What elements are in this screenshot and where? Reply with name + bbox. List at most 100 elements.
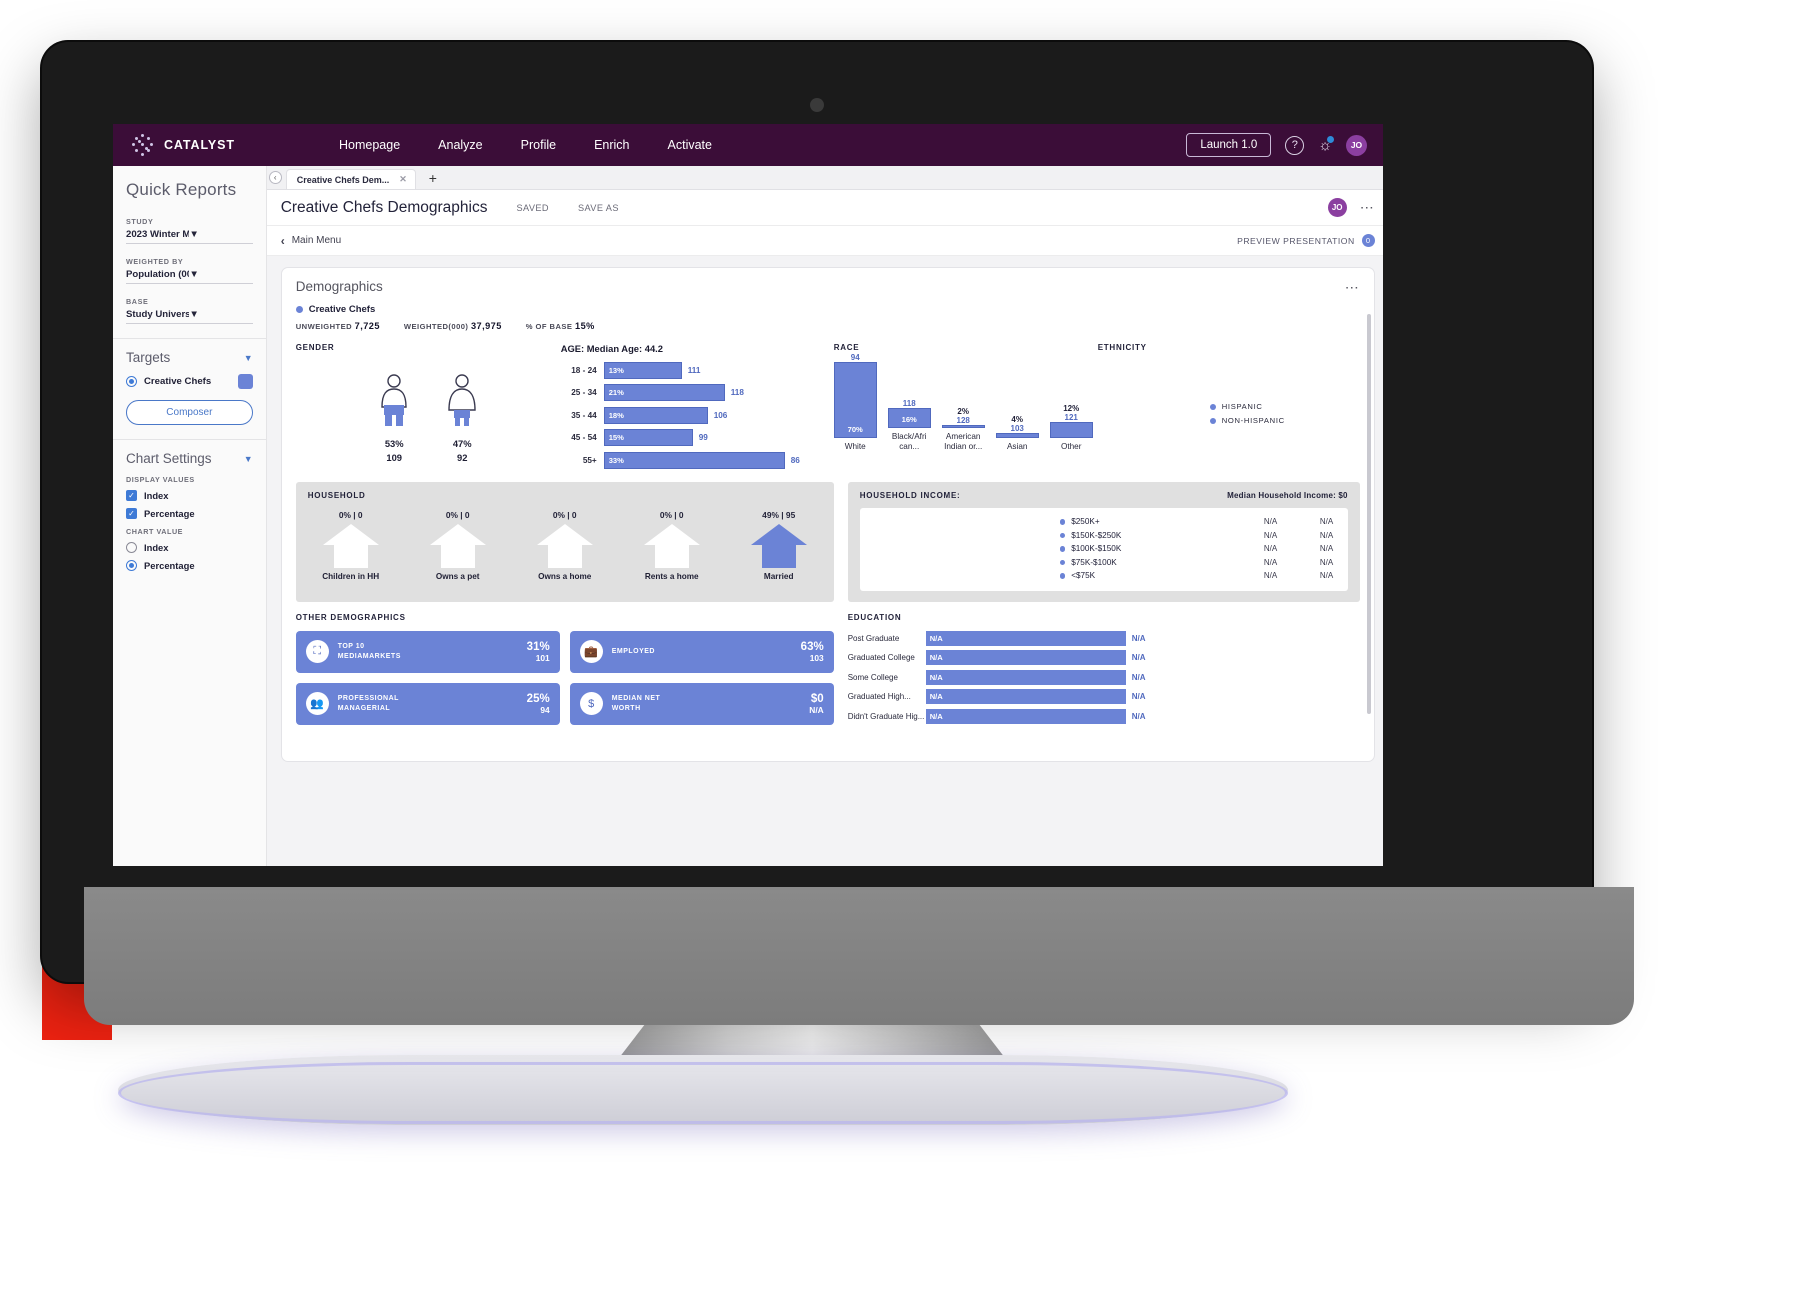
target-creative-chefs[interactable]: Creative Chefs bbox=[126, 374, 253, 389]
education-section-label: EDUCATION bbox=[847, 612, 902, 622]
weighted-by-field[interactable]: WEIGHTED BY Population (000) ▼ bbox=[126, 257, 253, 284]
checkbox-label: Index bbox=[144, 490, 169, 501]
avatar[interactable]: JO bbox=[1346, 134, 1367, 156]
age-index: 118 bbox=[730, 388, 744, 397]
income-value-2: N/A bbox=[1319, 517, 1334, 527]
race-col: 2% 128 American Indian or... bbox=[941, 407, 985, 453]
table-row: $100K-$150K N/A N/A bbox=[860, 542, 1348, 556]
metric-label-line1: EMPLOYED bbox=[611, 647, 655, 655]
gender-male-index: 109 bbox=[386, 452, 403, 463]
chevron-down-icon[interactable]: ▼ bbox=[189, 269, 252, 280]
chart-settings-header[interactable]: Chart Settings ▼ bbox=[126, 451, 253, 466]
income-value-1: N/A bbox=[1263, 517, 1278, 527]
metric-card-median-net-worth[interactable]: $ MEDIAN NET WORTH $0 N/A bbox=[569, 682, 834, 725]
education-row: Didn't Graduate Hig... N/A N/A bbox=[848, 708, 1360, 724]
top-navigation-bar: CATALYST Homepage Analyze Profile Enrich… bbox=[113, 124, 1383, 166]
people-icon: 👥 bbox=[305, 692, 329, 715]
legend-swatch-icon bbox=[1209, 403, 1216, 410]
radio-icon[interactable] bbox=[126, 560, 137, 571]
radio-icon[interactable] bbox=[126, 542, 137, 553]
avatar[interactable]: JO bbox=[1327, 198, 1347, 217]
metric-label-line1: MEDIAN NET bbox=[611, 695, 661, 703]
help-icon[interactable]: ? bbox=[1285, 135, 1305, 155]
nav-analyze[interactable]: Analyze bbox=[438, 138, 482, 152]
gender-male-percent: 53% bbox=[384, 438, 404, 449]
nav-homepage[interactable]: Homepage bbox=[339, 138, 400, 152]
education-panel: EDUCATION Post Graduate N/A N/A Graduate… bbox=[848, 613, 1360, 729]
brand-logo[interactable]: CATALYST bbox=[113, 133, 295, 157]
ethnicity-section-label: ETHNICITY bbox=[1097, 343, 1147, 352]
notification-bell-icon[interactable]: ☼ bbox=[1318, 135, 1334, 154]
education-bar: N/A bbox=[925, 669, 1126, 685]
target-color-swatch[interactable] bbox=[237, 374, 253, 389]
checkbox-display-index[interactable]: ✓ Index bbox=[126, 490, 253, 501]
main-menu-button[interactable]: ‹ Main Menu bbox=[281, 234, 341, 248]
ethnicity-label: NON-HISPANIC bbox=[1221, 416, 1285, 425]
chevron-down-icon[interactable]: ▼ bbox=[189, 229, 252, 240]
other-demographics-panel: OTHER DEMOGRAPHICS ⛶ TOP 10 MEDIAMARKETS bbox=[295, 613, 834, 729]
new-tab-button[interactable]: + bbox=[416, 168, 450, 189]
preview-presentation-button[interactable]: PREVIEW PRESENTATION 0 bbox=[1237, 234, 1375, 247]
tab-scroll-left-icon[interactable]: ‹ bbox=[268, 171, 282, 184]
age-label: 18 - 24 bbox=[571, 365, 597, 375]
radio-label: Index bbox=[144, 542, 169, 553]
close-icon[interactable]: ✕ bbox=[399, 174, 407, 185]
launch-button[interactable]: Launch 1.0 bbox=[1186, 133, 1272, 157]
nav-enrich[interactable]: Enrich bbox=[594, 138, 629, 152]
age-label: 45 - 54 bbox=[571, 433, 597, 442]
age-row: 35 - 44 18% 106 bbox=[561, 406, 834, 424]
base-value: Study Universe bbox=[126, 309, 190, 320]
household-label: Rents a home bbox=[644, 572, 699, 581]
race-col: 118 16% Black/Afri can... bbox=[887, 398, 931, 453]
monitor-bezel: CATALYST Homepage Analyze Profile Enrich… bbox=[42, 42, 1634, 1025]
study-field[interactable]: STUDY 2023 Winter MRI-Simmo... ▼ bbox=[126, 217, 253, 244]
stat-pct-of-base: % OF BASE 15% bbox=[525, 321, 595, 331]
nav-profile[interactable]: Profile bbox=[521, 138, 556, 152]
age-index: 86 bbox=[790, 455, 800, 465]
sidebar: Quick Reports STUDY 2023 Winter MRI-Simm… bbox=[113, 166, 267, 866]
radio-chart-value-percentage[interactable]: Percentage bbox=[126, 560, 253, 571]
metric-card-professional-managerial[interactable]: 👥 PROFESSIONAL MANAGERIAL 25% 94 bbox=[295, 682, 560, 725]
metric-card-employed[interactable]: 💼 EMPLOYED 63% 103 bbox=[569, 630, 834, 673]
race-index: 121 bbox=[1064, 412, 1078, 422]
race-index: 118 bbox=[902, 398, 916, 408]
radio-icon[interactable] bbox=[126, 376, 137, 387]
metric-percent: 25% bbox=[526, 692, 550, 705]
tab-creative-chefs-demographics[interactable]: Creative Chefs Dem... ✕ bbox=[285, 169, 416, 189]
chart-settings-title: Chart Settings bbox=[126, 451, 212, 466]
card-menu-icon[interactable]: ⋯ bbox=[1345, 279, 1360, 296]
age-row: 55+ 33% 86 bbox=[561, 451, 834, 469]
age-label: 55+ bbox=[582, 455, 597, 465]
radio-chart-value-index[interactable]: Index bbox=[126, 542, 253, 553]
male-figure-icon bbox=[381, 374, 407, 426]
age-percent: 21% bbox=[608, 388, 624, 397]
main-content: ‹ Creative Chefs Dem... ✕ + Creative Che… bbox=[266, 166, 1383, 866]
race-percent: 12% bbox=[1063, 403, 1080, 413]
chevron-down-icon[interactable]: ▼ bbox=[244, 454, 253, 464]
save-as-button[interactable]: SAVE AS bbox=[578, 203, 619, 213]
education-index: N/A bbox=[1131, 672, 1146, 682]
age-chart: AGE: Median Age: 44.2 18 - 24 13% 111 25 bbox=[561, 343, 834, 474]
base-field[interactable]: BASE Study Universe ▼ bbox=[126, 297, 253, 324]
race-percent: 70% bbox=[847, 424, 863, 434]
age-label: 25 - 34 bbox=[571, 388, 597, 397]
checkbox-display-percentage[interactable]: ✓ Percentage bbox=[126, 508, 253, 519]
targets-header[interactable]: Targets ▼ bbox=[126, 350, 253, 365]
middle-band: HOUSEHOLD 0% | 0 Children in HH 0% | 0 O… bbox=[295, 482, 1360, 602]
checkbox-icon[interactable]: ✓ bbox=[126, 490, 137, 501]
race-label: Asian bbox=[1006, 441, 1028, 451]
age-bar: 13% bbox=[603, 361, 682, 379]
ellipsis-icon[interactable]: ⋯ bbox=[1360, 199, 1375, 216]
checkbox-icon[interactable]: ✓ bbox=[126, 508, 137, 519]
chevron-down-icon[interactable]: ▼ bbox=[244, 353, 253, 363]
table-row: $150K-$250K N/A N/A bbox=[860, 529, 1348, 543]
metric-card-top-10-mediamarkets[interactable]: ⛶ TOP 10 MEDIAMARKETS 31% 101 bbox=[295, 630, 560, 673]
chevron-down-icon[interactable]: ▼ bbox=[189, 309, 252, 320]
ethnicity-legend-item: HISPANIC bbox=[1209, 402, 1360, 411]
composer-button[interactable]: Composer bbox=[126, 400, 253, 425]
gender-section-label: GENDER bbox=[295, 343, 335, 352]
card-scrollbar[interactable] bbox=[1367, 314, 1371, 714]
education-row: Graduated College N/A N/A bbox=[848, 650, 1360, 665]
nav-activate[interactable]: Activate bbox=[668, 138, 712, 152]
education-percent: N/A bbox=[929, 711, 943, 721]
